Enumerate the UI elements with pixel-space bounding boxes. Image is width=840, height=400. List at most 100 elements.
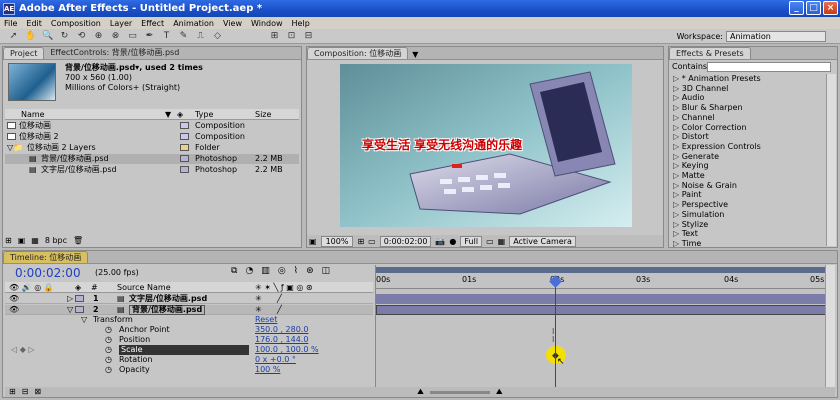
timeline-scrollbar[interactable] [825, 265, 835, 387]
interpret-footage-icon[interactable]: ⊞ [5, 236, 12, 245]
menu-effect[interactable]: Effect [141, 19, 164, 28]
effect-category[interactable]: Expression Controls [673, 142, 761, 152]
effect-category[interactable]: Perspective [673, 200, 728, 210]
expand-arrow-icon[interactable]: ▽ [67, 305, 73, 315]
zoom-out-timeline-icon[interactable]: ⛰ [417, 387, 424, 397]
collapse-switch-icon[interactable]: ✳ [255, 305, 262, 315]
track-camera-icon[interactable]: ⊕ [93, 31, 104, 42]
tab-effect-controls[interactable]: EffectControls: 背景/位移动画.psd [44, 47, 185, 59]
composition-viewer[interactable]: 享受生活 享受无线沟通的乐趣 [340, 64, 632, 227]
comp-mini-flowchart-icon[interactable]: ⧉ [231, 266, 237, 276]
menu-composition[interactable]: Composition [51, 19, 101, 28]
stopwatch-icon[interactable]: ◷ [105, 335, 112, 345]
column-source-name[interactable]: Source Name [117, 282, 171, 293]
effect-category[interactable]: Blur & Sharpen [673, 103, 743, 113]
menu-edit[interactable]: Edit [26, 19, 42, 28]
layer-duration-bar[interactable] [376, 294, 826, 304]
safe-zones-icon[interactable]: ⊞ [357, 237, 364, 246]
property-row[interactable]: ◷ Opacity 100 % [5, 365, 373, 375]
label-color-swatch[interactable] [75, 295, 84, 302]
pan-behind-icon[interactable]: ⊗ [110, 31, 121, 42]
trash-icon[interactable]: 🗑 [73, 236, 83, 245]
effect-category[interactable]: Keying [673, 161, 709, 171]
effect-category[interactable]: Distort [673, 132, 709, 142]
playhead-line[interactable] [555, 277, 556, 387]
always-preview-icon[interactable]: ▣ [309, 237, 317, 246]
world-axis-icon[interactable]: ⊡ [286, 31, 297, 42]
zoom-select[interactable]: 100% [320, 235, 354, 247]
collapse-switch-icon[interactable]: ✳ [255, 294, 262, 304]
motion-blur-icon[interactable]: ◎ [278, 266, 286, 276]
tab-composition[interactable]: Composition: 位移动画 [307, 47, 409, 59]
layer-duration-bar[interactable] [376, 305, 826, 315]
time-graph[interactable]: 00s 01s 02s 03s 04s 05s I I ◆ ↖ [375, 265, 826, 387]
snapshot-icon[interactable]: 📷 [435, 237, 445, 246]
sort-arrow-icon[interactable]: ▼ [165, 109, 171, 120]
menu-layer[interactable]: Layer [110, 19, 132, 28]
effect-category[interactable]: Time [673, 239, 702, 249]
workspace-select[interactable]: Animation [726, 31, 826, 42]
roi-icon[interactable]: ▭ [486, 237, 494, 246]
work-area-bar[interactable] [376, 267, 826, 273]
pen-tool-icon[interactable]: ✒ [144, 31, 155, 42]
channel-icon[interactable]: ● [449, 237, 456, 246]
frame-blending-icon[interactable]: ▥ [261, 266, 270, 276]
property-value[interactable]: 100 % [255, 365, 280, 375]
effect-category[interactable]: Matte [673, 171, 705, 181]
view-axis-icon[interactable]: ⊟ [303, 31, 314, 42]
project-item[interactable]: ▤ 文字层/位移动画.psd Photoshop 2.2 MB [5, 165, 299, 175]
property-value[interactable]: 350.0 , 280.0 [255, 325, 308, 335]
stopwatch-icon[interactable]: ◷ [105, 345, 112, 355]
quality-switch-icon[interactable]: ╱ [277, 305, 282, 315]
layer-row[interactable]: 👁 ▽ 2 ▤ 背景/位移动画.psd ✳ ╱ [5, 305, 373, 315]
axis-mode-icon[interactable]: ⊞ [269, 31, 280, 42]
property-value[interactable]: 0 x +0.0 ° [255, 355, 296, 365]
comp-menu-chevron-icon[interactable]: ▼ [412, 50, 418, 59]
menu-view[interactable]: View [223, 19, 242, 28]
effect-category[interactable]: Channel [673, 113, 715, 123]
menu-file[interactable]: File [4, 19, 17, 28]
graph-editor-icon[interactable]: ⌇ [294, 266, 298, 276]
hand-tool-icon[interactable]: ✋ [25, 31, 36, 42]
property-row[interactable]: ◷ Position 176.0 , 144.0 [5, 335, 373, 345]
effects-search-input[interactable] [707, 62, 831, 72]
auto-keyframe-icon[interactable]: ◫ [322, 266, 331, 276]
effect-category[interactable]: Noise & Grain [673, 181, 737, 191]
clone-stamp-icon[interactable]: ⎍ [195, 31, 206, 42]
close-button[interactable]: × [823, 1, 838, 15]
visibility-eye-icon[interactable]: 👁 [9, 294, 19, 304]
current-time-display[interactable]: 0:00:02:00 [15, 266, 81, 280]
zoom-tool-icon[interactable]: 🔍 [42, 31, 53, 42]
modes-icon[interactable]: ⊟ [22, 387, 29, 397]
project-item[interactable]: ▤ 背景/位移动画.psd Photoshop 2.2 MB [5, 154, 299, 164]
rotate-tool-icon[interactable]: ↻ [59, 31, 70, 42]
effect-category[interactable]: Audio [673, 93, 705, 103]
effects-scrollbar[interactable] [826, 74, 836, 246]
shy-layers-icon[interactable]: ◔ [245, 266, 253, 276]
property-row[interactable]: ◷ Rotation 0 x +0.0 ° [5, 355, 373, 365]
visibility-eye-icon[interactable]: 👁 [9, 305, 19, 315]
comp-time-display[interactable]: 0:00:02:00 [379, 235, 432, 247]
expand-switches-icon[interactable]: ⊞ [9, 387, 16, 397]
camera-select[interactable]: Active Camera [509, 235, 576, 247]
timeline-zoom-slider[interactable] [429, 391, 490, 394]
label-color-swatch[interactable] [75, 306, 84, 313]
time-ruler[interactable]: 00s 01s 02s 03s 04s 05s [376, 275, 826, 289]
in-out-icon[interactable]: ⊠ [34, 387, 41, 397]
brush-tool-icon[interactable]: ✎ [178, 31, 189, 42]
maximize-button[interactable]: □ [806, 1, 821, 15]
keyframe-navigator-icon[interactable]: ◁ ◆ ▷ [11, 345, 35, 355]
zoom-in-timeline-icon[interactable]: ⛰ [496, 387, 503, 397]
bpc-toggle[interactable]: 8 bpc [45, 236, 67, 245]
stopwatch-icon[interactable]: ◷ [105, 365, 112, 375]
grid-icon[interactable]: ▭ [368, 237, 376, 246]
reset-link[interactable]: Reset [255, 315, 277, 325]
expand-arrow-icon[interactable]: ▷ [67, 294, 73, 304]
keyframe-icon[interactable]: I [552, 335, 554, 344]
effect-category[interactable]: Generate [673, 152, 719, 162]
quality-switch-icon[interactable]: ╱ [277, 294, 282, 304]
effect-category[interactable]: * Animation Presets [673, 74, 761, 84]
effect-category[interactable]: Text [673, 229, 698, 239]
text-tool-icon[interactable]: T [161, 31, 172, 42]
effect-category[interactable]: Stylize [673, 220, 709, 230]
